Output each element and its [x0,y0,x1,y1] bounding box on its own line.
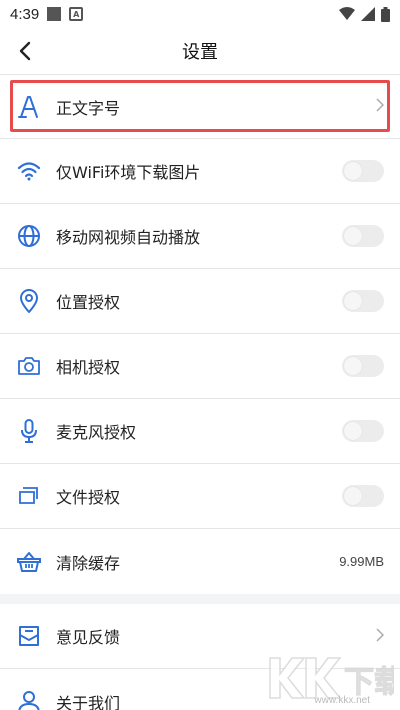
folder-icon [16,483,42,509]
app-icon: A [69,7,84,21]
chevron-right-icon [376,627,385,646]
square-icon [47,7,62,21]
back-button[interactable] [10,36,40,66]
setting-label: 正文字号 [56,98,121,118]
wifi-only-images-toggle[interactable] [342,160,384,182]
setting-wifi-only-images: 仅WiFi环境下载图片 [0,139,400,204]
settings-list: 正文字号 仅WiFi环境下载图片 移动网视频自动播放 位置授权 相机授权 麦克风… [0,74,400,710]
status-time: 4:39 [10,5,40,23]
setting-label: 文件授权 [56,488,121,507]
setting-clear-cache[interactable]: 清除缓存 9.99MB [0,529,400,594]
setting-font-size[interactable]: 正文字号 [0,74,400,139]
section-divider [0,594,400,604]
file-permission-toggle[interactable] [342,485,384,507]
wifi-icon [339,7,355,20]
camera-permission-toggle[interactable] [342,355,384,377]
cache-size-value: 9.99MB [339,554,384,569]
setting-location-permission: 位置授权 [0,269,400,334]
location-pin-icon [16,288,42,314]
setting-file-permission: 文件授权 [0,464,400,529]
nav-bar: 设置 [0,28,400,74]
setting-camera-permission: 相机授权 [0,334,400,399]
basket-icon [16,549,42,575]
setting-label: 关于我们 [56,693,121,710]
camera-icon [16,353,42,379]
globe-icon [16,223,42,249]
wifi-icon [16,158,42,184]
microphone-permission-toggle[interactable] [342,420,384,442]
setting-label: 移动网视频自动播放 [56,228,201,247]
chevron-right-icon [376,97,385,116]
setting-label: 麦克风授权 [56,423,137,442]
location-permission-toggle[interactable] [342,290,384,312]
setting-label: 位置授权 [56,293,121,312]
autoplay-video-toggle[interactable] [342,225,384,247]
setting-microphone-permission: 麦克风授权 [0,399,400,464]
feedback-mail-icon [16,623,42,649]
watermark-url: www.kkx.net [314,695,370,706]
status-icons [339,6,390,22]
setting-label: 相机授权 [56,358,121,377]
setting-label: 清除缓存 [56,553,121,573]
microphone-icon [16,418,42,444]
battery-icon [381,6,390,22]
setting-label: 仅WiFi环境下载图片 [56,163,201,182]
signal-icon [361,7,375,21]
page-title: 设置 [182,42,218,63]
setting-autoplay-video: 移动网视频自动播放 [0,204,400,269]
setting-label: 意见反馈 [56,628,121,647]
status-bar: 4:39 A [0,0,400,28]
chevron-left-icon [19,41,31,61]
font-size-icon [16,94,42,120]
user-icon [16,689,42,710]
